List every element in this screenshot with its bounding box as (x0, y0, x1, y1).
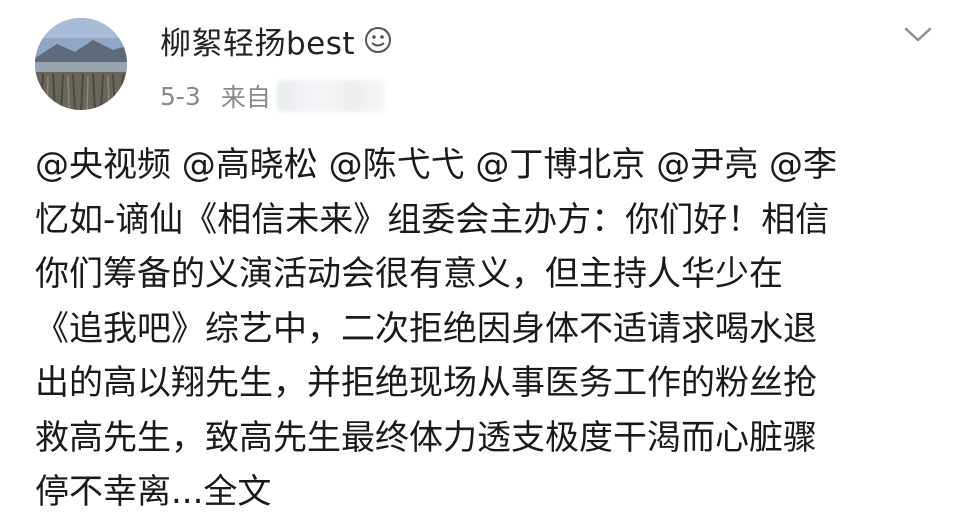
source-prefix: 来自 (220, 83, 271, 112)
chevron-down-icon[interactable] (898, 18, 938, 52)
post-line: 《追我吧》综艺中，二次拒绝因身体不适请求喝水退 (35, 308, 817, 349)
post-line: 出的高以翔先生，并拒绝现场从事医务工作的粉丝抢 (35, 363, 817, 403)
avatar-image (35, 18, 127, 110)
post-line[interactable]: 停不幸离...全文 (35, 465, 935, 520)
post-line: 救高先生，致高先生最终体力透支极度干渴而心脏骤 (35, 417, 817, 458)
blurred-source-device (276, 80, 385, 112)
avatar[interactable] (35, 18, 127, 110)
post-meta: 5-3 来自 (160, 76, 385, 116)
level-badge-icon (363, 25, 393, 55)
post-line: 忆如-谪仙《相信未来》组委会主办方：你们好！相信 (35, 199, 830, 240)
post-line: 你们筹备的义演活动会很有意义，但主持人华少在 (35, 254, 783, 294)
post-body: @央视频 @高晓松 @陈弋弋 @丁博北京 @尹亮 @李 忆如-谪仙《相信未来》组… (35, 138, 935, 520)
post-date: 5-3 (160, 81, 201, 111)
author-name[interactable]: 柳絮轻扬best (160, 18, 355, 63)
post-line: @央视频 @高晓松 @陈弋弋 @丁博北京 @尹亮 @李 (35, 145, 838, 185)
author-row: 柳絮轻扬best (160, 18, 393, 62)
